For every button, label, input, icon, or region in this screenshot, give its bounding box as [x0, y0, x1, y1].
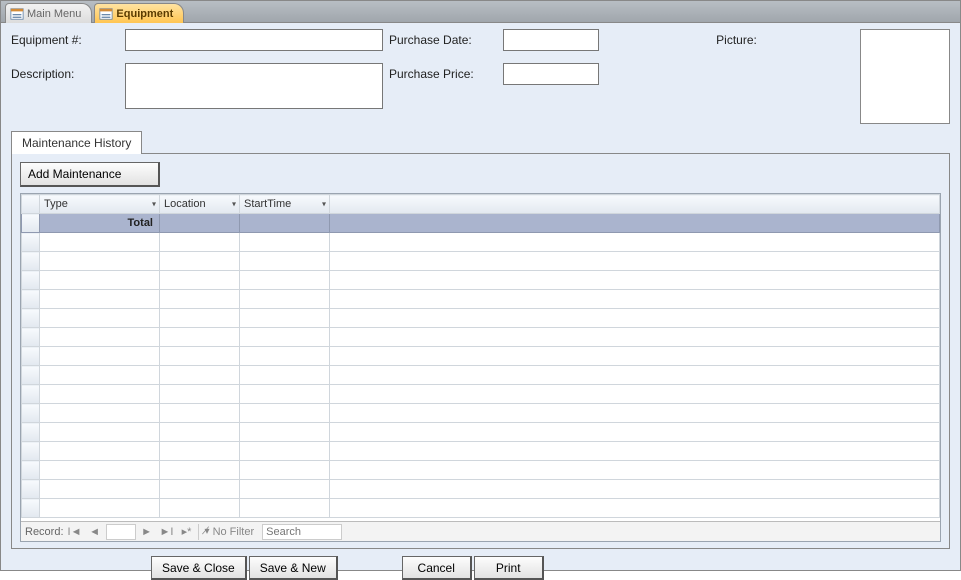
- total-location-cell: [160, 214, 240, 233]
- purchase-date-input[interactable]: [503, 29, 599, 51]
- col-location-label: Location: [164, 198, 206, 210]
- picture-label: Picture:: [617, 29, 856, 47]
- nav-prev-icon[interactable]: ◄: [86, 524, 104, 540]
- tab-main-menu[interactable]: Main Menu: [5, 3, 92, 23]
- tab-equipment-label: Equipment: [116, 8, 173, 20]
- nav-next-icon[interactable]: ►: [138, 524, 156, 540]
- add-maintenance-button[interactable]: Add Maintenance: [20, 162, 160, 187]
- row-selector[interactable]: [22, 214, 40, 233]
- form-icon: [99, 7, 113, 21]
- purchase-date-label: Purchase Date:: [389, 29, 499, 47]
- record-search-input[interactable]: [262, 524, 342, 540]
- header-fields: Equipment #: Purchase Date: Picture: Des…: [11, 29, 950, 124]
- filter-text: No Filter: [213, 526, 255, 538]
- picture-box[interactable]: [860, 29, 950, 124]
- select-all-corner[interactable]: [22, 195, 40, 214]
- total-row: Total: [22, 214, 940, 233]
- grid-scroll[interactable]: Type ▾ Location ▾ StartTime ▾: [21, 194, 940, 521]
- maintenance-grid: Type ▾ Location ▾ StartTime ▾: [20, 193, 941, 542]
- equipment-no-label: Equipment #:: [11, 29, 121, 47]
- form-icon: [10, 7, 24, 21]
- button-gap: [340, 556, 400, 580]
- chevron-down-icon[interactable]: ▾: [322, 200, 326, 209]
- total-label-cell: Total: [40, 214, 160, 233]
- col-starttime-label: StartTime: [244, 198, 291, 210]
- nav-first-icon[interactable]: I◄: [66, 524, 84, 540]
- filter-indicator[interactable]: ▾̸ No Filter: [198, 524, 261, 540]
- col-type-label: Type: [44, 198, 68, 210]
- nav-new-icon[interactable]: ▸*: [178, 524, 196, 540]
- window-tab-bar: Main Menu Equipment: [1, 1, 960, 23]
- col-starttime[interactable]: StartTime ▾: [240, 195, 330, 214]
- tab-equipment[interactable]: Equipment: [94, 3, 184, 23]
- purchase-price-input[interactable]: [503, 63, 599, 85]
- col-empty: [330, 195, 940, 214]
- purchase-price-label: Purchase Price:: [389, 63, 499, 81]
- description-label: Description:: [11, 63, 121, 81]
- bottom-button-bar: Save & Close Save & New Cancel Print: [11, 549, 950, 580]
- total-empty-cell: [330, 214, 940, 233]
- chevron-down-icon[interactable]: ▾: [232, 200, 236, 209]
- save-close-button[interactable]: Save & Close: [151, 556, 247, 580]
- subform-tab-maintenance-history[interactable]: Maintenance History: [11, 131, 142, 154]
- description-input[interactable]: [125, 63, 383, 109]
- equipment-form: Equipment #: Purchase Date: Picture: Des…: [1, 23, 960, 570]
- save-new-button[interactable]: Save & New: [249, 556, 338, 580]
- record-navigator: Record: I◄ ◄ ► ►I ▸* ▾̸ No Filter: [21, 521, 940, 541]
- chevron-down-icon[interactable]: ▾: [152, 200, 156, 209]
- funnel-icon: ▾̸: [205, 526, 210, 537]
- col-location[interactable]: Location ▾: [160, 195, 240, 214]
- subform-panel: Add Maintenance Type ▾ Location: [11, 153, 950, 549]
- record-label: Record:: [25, 526, 64, 538]
- col-type[interactable]: Type ▾: [40, 195, 160, 214]
- print-button[interactable]: Print: [474, 556, 544, 580]
- subform-wrap: Maintenance History Add Maintenance Type…: [11, 130, 950, 549]
- total-starttime-cell: [240, 214, 330, 233]
- equipment-no-input[interactable]: [125, 29, 383, 51]
- maintenance-table: Type ▾ Location ▾ StartTime ▾: [21, 194, 940, 518]
- nav-last-icon[interactable]: ►I: [158, 524, 176, 540]
- cancel-button[interactable]: Cancel: [402, 556, 472, 580]
- tab-main-menu-label: Main Menu: [27, 8, 81, 20]
- record-position[interactable]: [106, 524, 136, 540]
